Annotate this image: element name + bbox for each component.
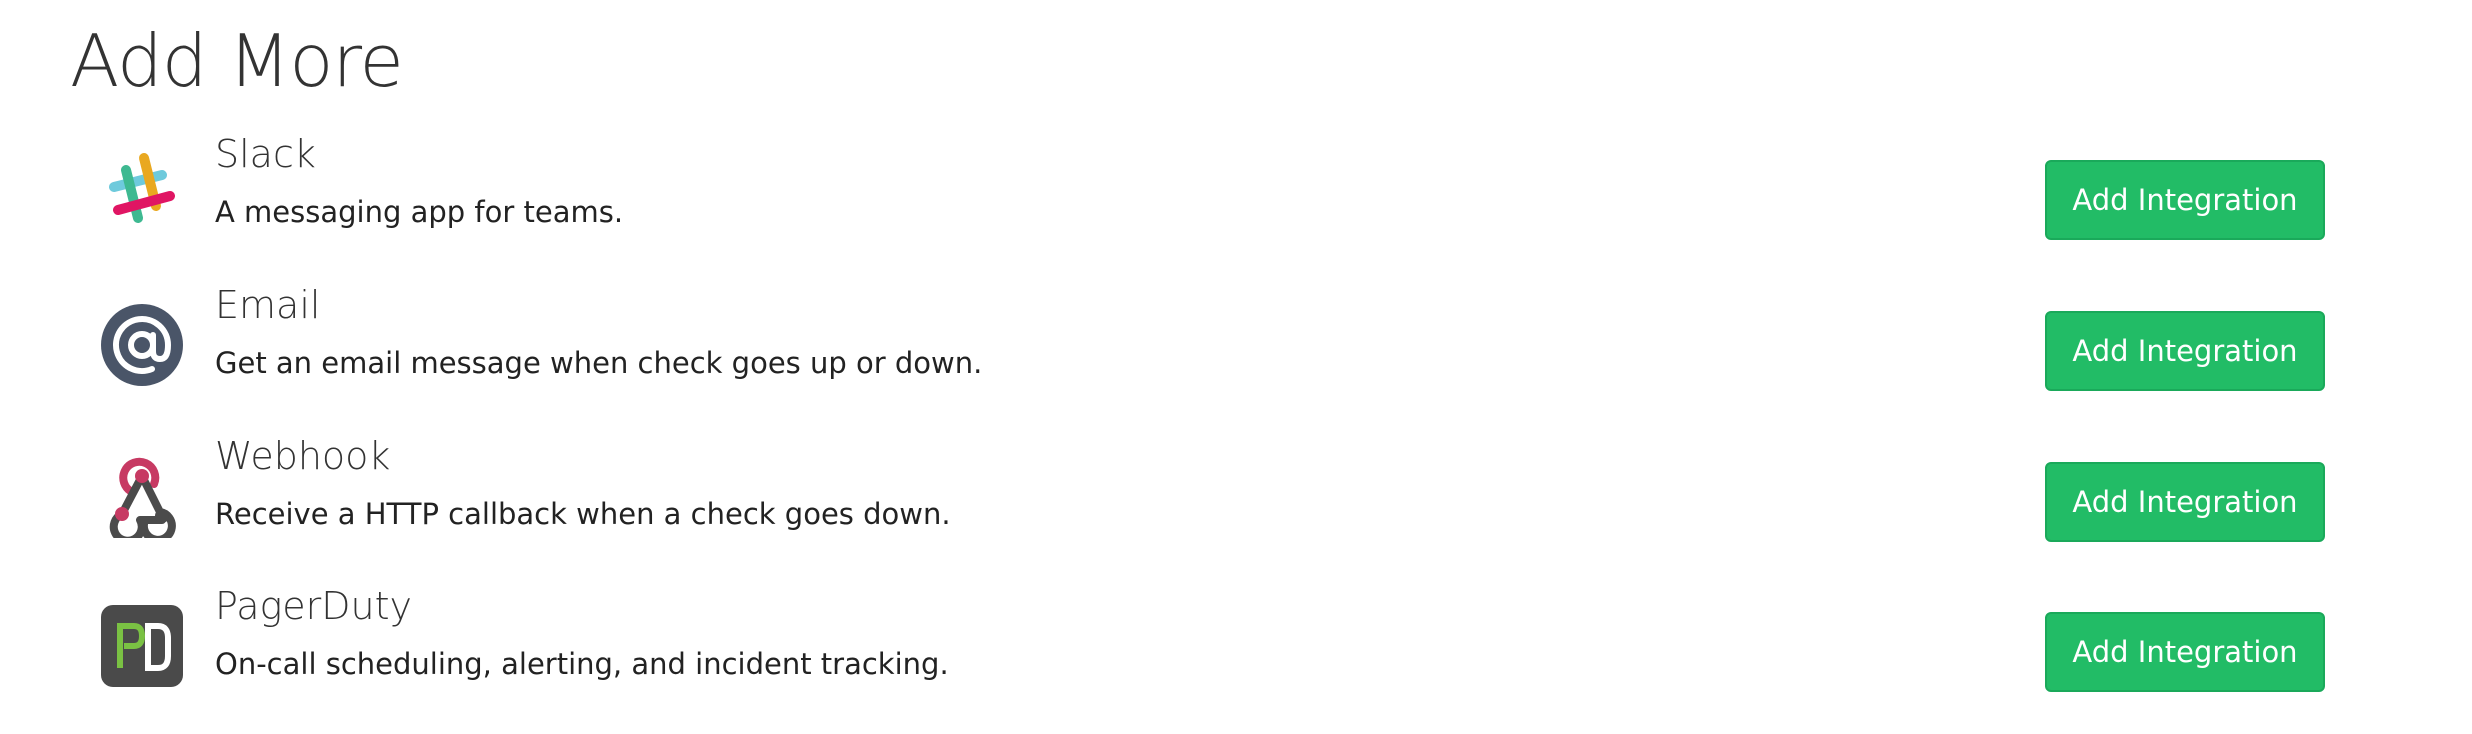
integration-name: Slack (215, 132, 316, 176)
integration-row-pagerduty: PagerDuty On-call scheduling, alerting, … (0, 582, 2472, 732)
webhook-icon (100, 454, 184, 538)
integration-description: On-call scheduling, alerting, and incide… (215, 647, 949, 681)
integration-row-email: Email Get an email message when check go… (0, 281, 2472, 431)
add-integration-button-pagerduty[interactable]: Add Integration (2045, 612, 2325, 692)
add-integration-button-webhook[interactable]: Add Integration (2045, 462, 2325, 542)
integration-row-webhook: Webhook Receive a HTTP callback when a c… (0, 432, 2472, 582)
integration-description: Receive a HTTP callback when a check goe… (215, 497, 951, 531)
slack-icon (100, 150, 184, 234)
integration-name: Email (215, 283, 321, 327)
integration-row-slack: Slack A messaging app for teams. Add Int… (0, 130, 2472, 280)
add-integration-button-email[interactable]: Add Integration (2045, 311, 2325, 391)
integration-name: Webhook (215, 434, 391, 478)
page-title: Add More (70, 19, 404, 103)
integration-description: A messaging app for teams. (215, 195, 624, 229)
pagerduty-icon (100, 604, 184, 688)
integration-description: Get an email message when check goes up … (215, 346, 983, 380)
add-integration-button-slack[interactable]: Add Integration (2045, 160, 2325, 240)
integration-name: PagerDuty (215, 584, 413, 628)
email-icon (100, 303, 184, 387)
